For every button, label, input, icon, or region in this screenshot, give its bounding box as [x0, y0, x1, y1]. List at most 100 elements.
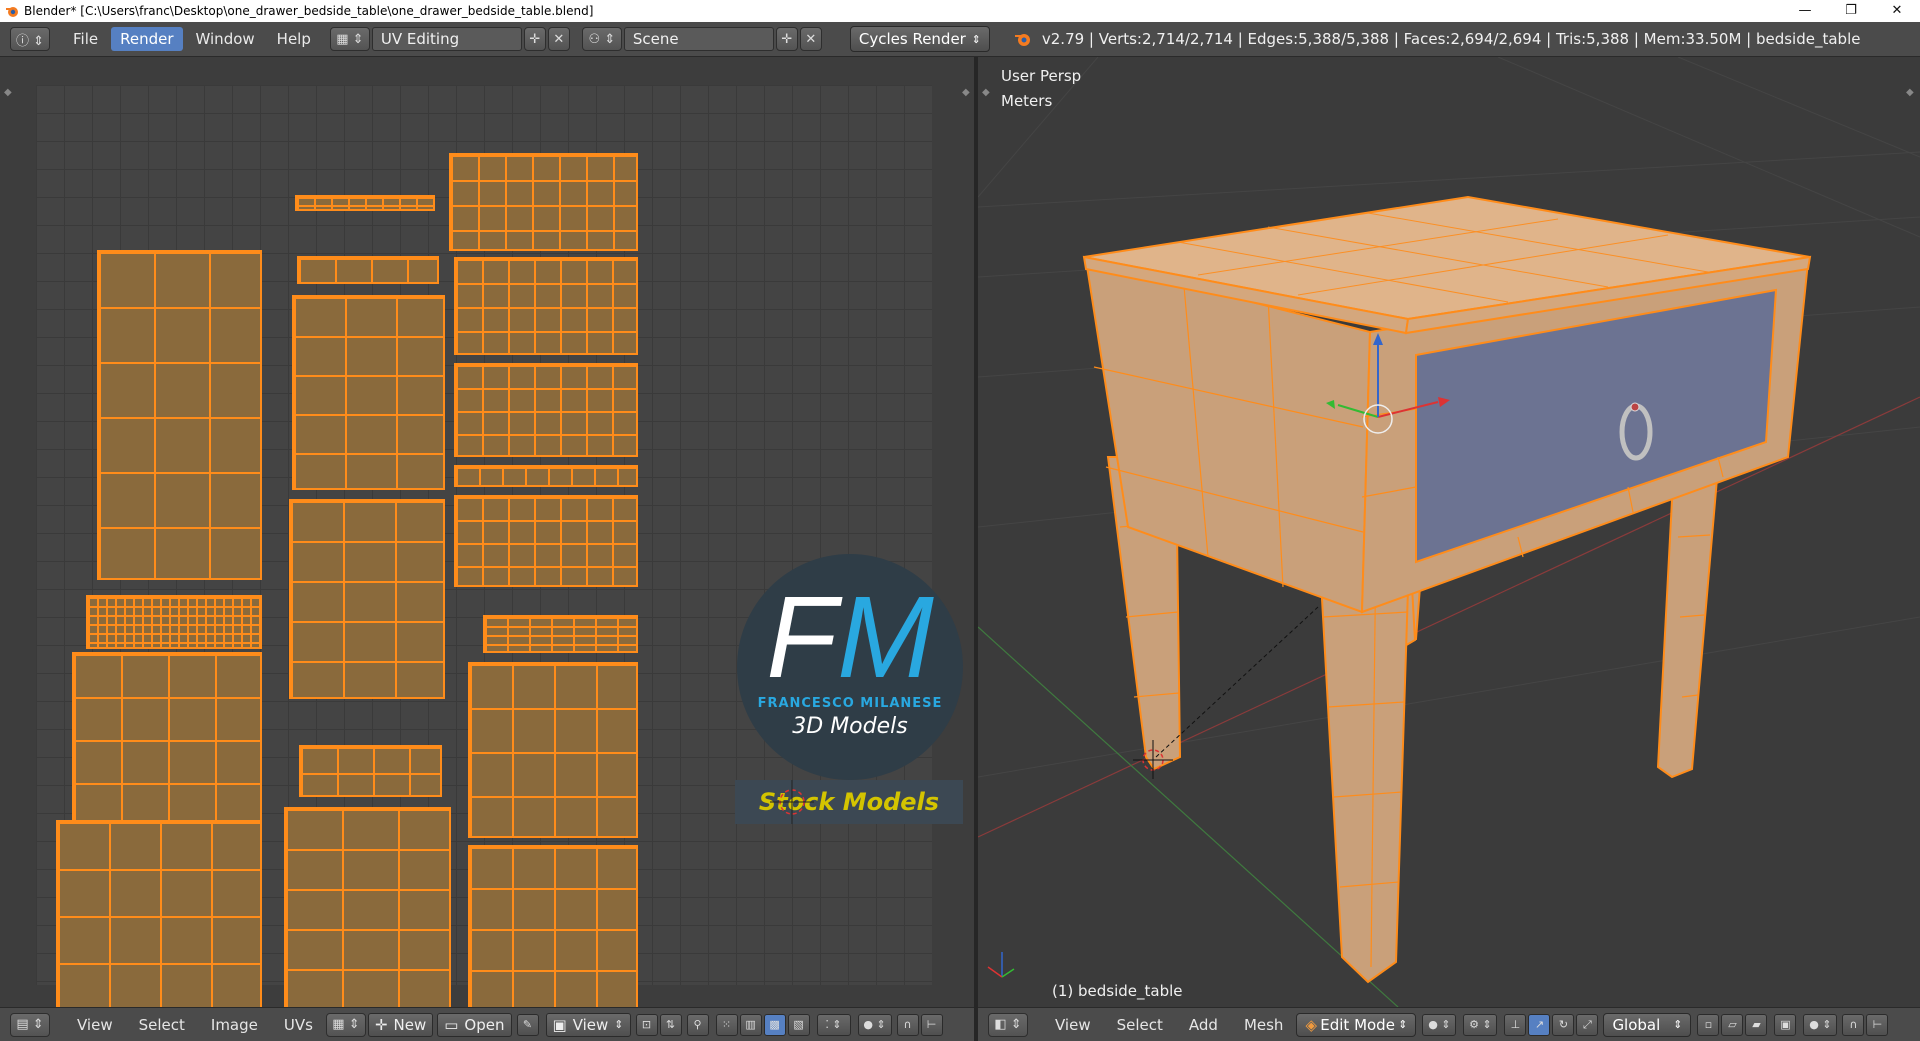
- uv-island[interactable]: [449, 153, 638, 251]
- minimize-button[interactable]: —: [1782, 0, 1828, 22]
- uv-island[interactable]: [454, 257, 638, 355]
- viewport-menu-view[interactable]: View: [1042, 1016, 1104, 1034]
- sticky-selection-icon[interactable]: ⚲: [686, 1013, 709, 1036]
- interaction-mode-dropdown[interactable]: ◈ Edit Mode ⇕: [1296, 1012, 1417, 1037]
- uv-island[interactable]: [468, 845, 638, 1007]
- uv-island[interactable]: [468, 662, 638, 838]
- editor-type-info-icon[interactable]: ⓘ ⇕: [10, 27, 50, 51]
- uv-menu-uvs[interactable]: UVs: [271, 1016, 326, 1034]
- dropdown-arrows-icon: ⇕: [614, 1018, 624, 1031]
- transform-orientation-dropdown[interactable]: Global ⇕: [1603, 1012, 1692, 1037]
- logo-author: FRANCESCO MILANESE: [757, 696, 943, 711]
- vertex-select-mode-icon[interactable]: ▫: [1697, 1013, 1720, 1036]
- logo-subtitle: 3D Models: [792, 714, 908, 739]
- edge-select-icon[interactable]: ▥: [739, 1013, 762, 1036]
- uv-island[interactable]: [454, 465, 638, 487]
- scene-field[interactable]: Scene: [623, 27, 774, 51]
- uv-island[interactable]: [483, 615, 638, 653]
- editor-type-uv-icon[interactable]: ▤ ⇕: [10, 1012, 50, 1037]
- uv-island[interactable]: [454, 495, 638, 587]
- editor-type-3d-icon[interactable]: ◧ ⇕: [988, 1012, 1028, 1037]
- menu-render[interactable]: Render: [111, 27, 183, 51]
- uv-island[interactable]: [297, 256, 439, 284]
- uv-editor-area[interactable]: FM FRANCESCO MILANESE 3D Models Stock Mo…: [0, 57, 974, 1007]
- uv-island[interactable]: [289, 499, 445, 699]
- viewport-scene[interactable]: [978, 57, 1920, 1007]
- snap-icon[interactable]: ⁚ ⇕: [816, 1013, 851, 1036]
- menu-window[interactable]: Window: [187, 27, 264, 51]
- properties-toggle-icon[interactable]: ◆: [962, 87, 970, 98]
- vertex-select-icon[interactable]: ⁙: [715, 1013, 738, 1036]
- menu-file[interactable]: File: [64, 27, 107, 51]
- uv-menu-select[interactable]: Select: [126, 1016, 198, 1034]
- limit-selection-icon[interactable]: ▣: [1774, 1013, 1797, 1036]
- window-title: Blender* [C:\Users\franc\Desktop\one_dra…: [24, 4, 594, 18]
- viewport-menu-add[interactable]: Add: [1176, 1016, 1231, 1034]
- uv-island[interactable]: [299, 745, 442, 797]
- edge-select-mode-icon[interactable]: ▱: [1721, 1013, 1744, 1036]
- scene-icon[interactable]: ⚇ ⇕: [581, 27, 622, 51]
- uv-island[interactable]: [86, 595, 262, 649]
- properties-toggle-icon[interactable]: ◆: [1906, 87, 1914, 98]
- delete-scene-icon[interactable]: ✕: [799, 27, 822, 51]
- face-select-mode-icon[interactable]: ▰: [1745, 1013, 1768, 1036]
- image-browse-icon[interactable]: ▦ ⇕: [325, 1012, 366, 1037]
- uv-island[interactable]: [72, 652, 262, 826]
- blender-logo-icon: [1014, 34, 1030, 46]
- pin-icon[interactable]: ✎: [516, 1013, 539, 1036]
- snap-element-icon[interactable]: ⊢: [1866, 1013, 1889, 1036]
- uv-island[interactable]: [97, 250, 262, 580]
- delete-screen-icon[interactable]: ✕: [547, 27, 570, 51]
- uv-menu-view[interactable]: View: [64, 1016, 126, 1034]
- uv-island[interactable]: [295, 195, 435, 211]
- pivot-point-icon[interactable]: ⚙ ⇕: [1463, 1013, 1498, 1036]
- render-engine-dropdown[interactable]: Cycles Render ⇕: [849, 26, 990, 52]
- translate-manipulator-icon[interactable]: ↗: [1528, 1013, 1551, 1036]
- uv-grid[interactable]: [36, 85, 932, 1007]
- folder-icon: ▭: [444, 1015, 459, 1034]
- pivot-icon[interactable]: ⊡: [635, 1013, 658, 1036]
- new-image-label: New: [393, 1015, 427, 1034]
- menu-help[interactable]: Help: [268, 27, 320, 51]
- plus-icon: ✛: [374, 1015, 388, 1034]
- add-screen-icon[interactable]: ✛: [523, 27, 546, 51]
- island-select-icon[interactable]: ▧: [787, 1013, 810, 1036]
- sync-selection-icon[interactable]: ⇅: [659, 1013, 682, 1036]
- view-name-label: User Persp: [1001, 67, 1082, 85]
- uv-stretch-icon[interactable]: ⊢: [920, 1013, 943, 1036]
- window-titlebar: Blender* [C:\Users\franc\Desktop\one_dra…: [0, 0, 1920, 22]
- 3d-viewport[interactable]: User Persp Meters (1) bedside_table ◆ ◆: [978, 57, 1920, 1007]
- dropdown-arrows-icon: ⇕: [971, 32, 981, 46]
- uv-island[interactable]: [292, 295, 445, 490]
- 2d-cursor-icon[interactable]: [762, 772, 822, 832]
- open-image-button[interactable]: ▭ Open: [437, 1012, 512, 1037]
- screen-layout-field[interactable]: UV Editing: [371, 27, 522, 51]
- toolshelf-toggle-icon[interactable]: ◆: [4, 87, 12, 98]
- manipulator-toggle-icon[interactable]: ⊥: [1504, 1013, 1527, 1036]
- rotate-manipulator-icon[interactable]: ↻: [1552, 1013, 1575, 1036]
- screen-layout-icon[interactable]: ▦ ⇕: [329, 27, 370, 51]
- add-scene-icon[interactable]: ✛: [775, 27, 798, 51]
- viewport-menu-mesh[interactable]: Mesh: [1231, 1016, 1297, 1034]
- snap-toggle-icon[interactable]: ∩: [1842, 1013, 1865, 1036]
- proportional-edit-icon[interactable]: ● ⇕: [857, 1013, 892, 1036]
- uv-island[interactable]: [454, 363, 638, 457]
- new-image-button[interactable]: ✛ New: [367, 1012, 434, 1037]
- scale-manipulator-icon[interactable]: ⤢: [1576, 1013, 1599, 1036]
- viewport-shading-icon[interactable]: ● ⇕: [1422, 1013, 1457, 1036]
- uv-menu-image[interactable]: Image: [198, 1016, 271, 1034]
- scene-statistics: v2.79 | Verts:2,714/2,714 | Edges:5,388/…: [1041, 30, 1861, 48]
- restore-button[interactable]: ❐: [1828, 0, 1874, 22]
- uv-island[interactable]: [284, 807, 451, 1007]
- proportional-editing-icon[interactable]: ● ⇕: [1803, 1013, 1838, 1036]
- view-mode-dropdown[interactable]: ▣ View ⇕: [545, 1012, 631, 1037]
- magnet-icon[interactable]: ∩: [896, 1013, 919, 1036]
- close-button[interactable]: ✕: [1874, 0, 1920, 22]
- info-header: ⓘ ⇕ File Render Window Help ▦ ⇕ UV Editi…: [0, 22, 1920, 57]
- toolshelf-toggle-icon[interactable]: ◆: [982, 87, 990, 98]
- face-select-icon[interactable]: ▩: [763, 1013, 786, 1036]
- transform-orientation-label: Global: [1612, 1015, 1661, 1034]
- image-icon: ▣: [552, 1015, 567, 1034]
- uv-island[interactable]: [56, 820, 262, 1007]
- viewport-menu-select[interactable]: Select: [1104, 1016, 1176, 1034]
